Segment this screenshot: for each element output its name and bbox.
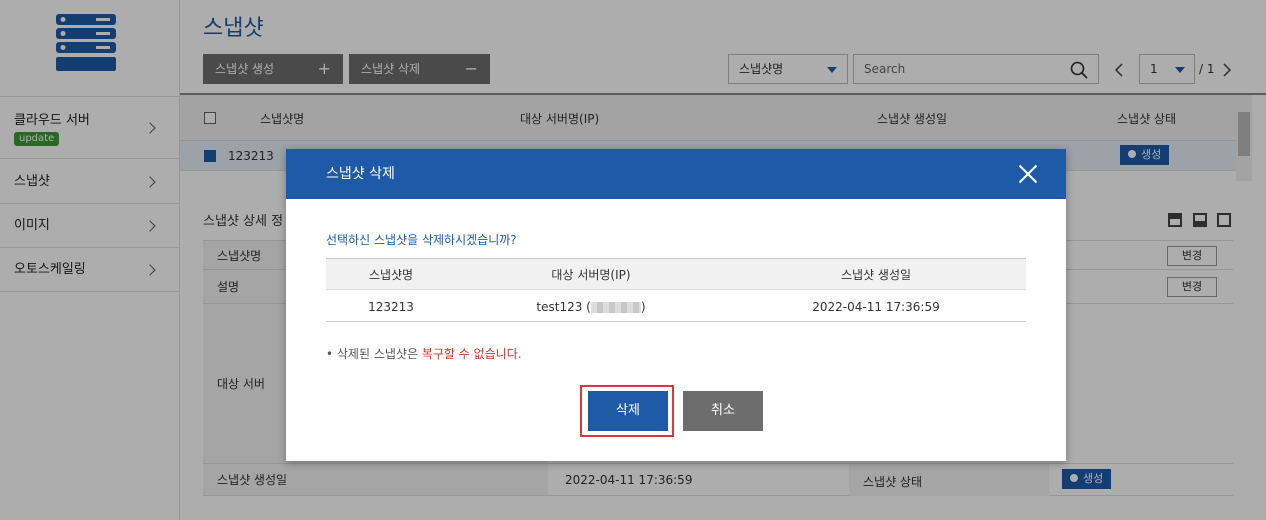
dialog-row-server-suffix: ) (640, 300, 646, 314)
masked-ip (590, 302, 641, 313)
close-icon[interactable] (1018, 164, 1038, 184)
dialog-col-server: 대상 서버명(IP) (551, 268, 631, 282)
dialog-col-created: 스냅샷 생성일 (840, 268, 912, 282)
dialog-question: 선택하신 스냅샷을 삭제하시겠습니까? (326, 233, 517, 247)
warning-emphasis: 복구할 수 없습니다. (421, 347, 522, 361)
delete-snapshot-dialog: 스냅샷 삭제 선택하신 스냅샷을 삭제하시겠습니까? 스냅샷명 대상 서버명(I… (286, 149, 1066, 461)
dialog-col-name: 스냅샷명 (368, 268, 414, 282)
dialog-row-created: 2022-04-11 17:36:59 (812, 300, 940, 314)
dialog-row-server: test123 () (516, 300, 666, 314)
cancel-button[interactable]: 취소 (683, 391, 763, 431)
confirm-delete-button[interactable]: 삭제 (588, 391, 668, 431)
warning-text: • 삭제된 스냅샷은 (326, 347, 422, 361)
dialog-header: 스냅샷 삭제 (286, 149, 1066, 199)
dialog-row-server-text: test123 ( (536, 300, 591, 314)
dialog-warning: • 삭제된 스냅샷은 복구할 수 없습니다. (326, 345, 522, 362)
dialog-title: 스냅샷 삭제 (326, 166, 395, 182)
dialog-row-name: 123213 (368, 300, 414, 314)
